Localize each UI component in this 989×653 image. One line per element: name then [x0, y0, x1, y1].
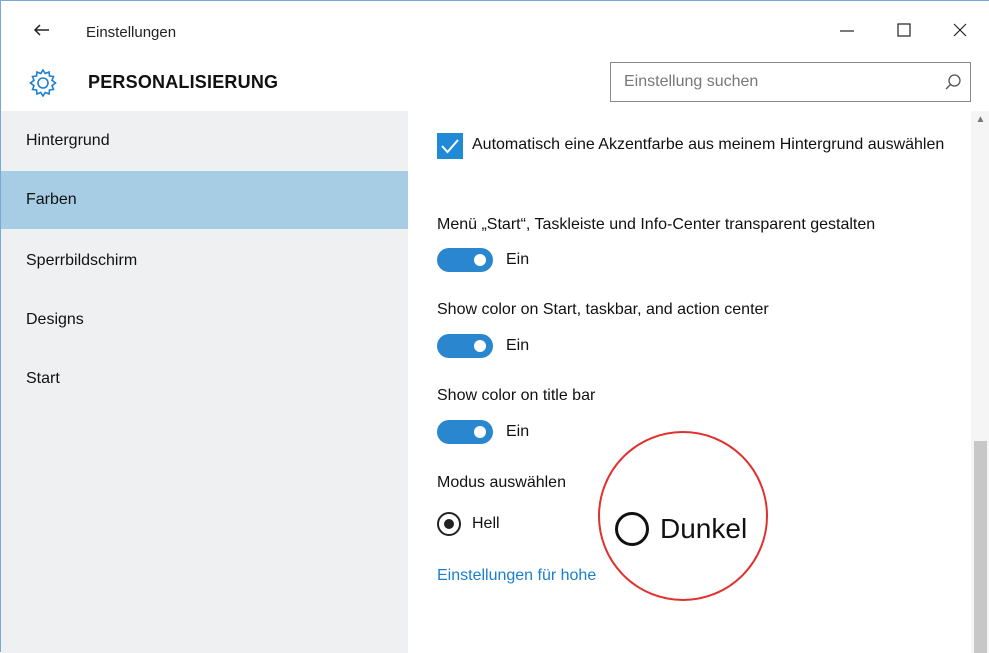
minimize-button[interactable]	[827, 15, 867, 45]
sidebar-item-start[interactable]: Start	[1, 350, 408, 408]
toggle-knob	[474, 426, 486, 438]
search-icon[interactable]	[944, 73, 962, 91]
highlight-circle: Dunkel	[598, 431, 768, 601]
auto-accent-label: Automatisch eine Akzentfarbe aus meinem …	[472, 136, 945, 153]
back-button[interactable]	[31, 19, 53, 41]
minimize-icon	[840, 30, 854, 32]
show-color-start-toggle[interactable]	[437, 334, 493, 358]
mode-dunkel-label: Dunkel	[660, 513, 748, 544]
maximize-icon	[897, 23, 911, 37]
auto-accent-checkbox[interactable]	[437, 133, 463, 159]
scroll-thumb[interactable]	[974, 441, 987, 653]
gear-icon	[29, 68, 57, 98]
mode-radio-hell[interactable]	[437, 512, 461, 536]
transparent-state: Ein	[506, 251, 530, 268]
sidebar-item-hintergrund[interactable]: Hintergrund	[1, 112, 408, 170]
title-bar: Einstellungen	[1, 1, 989, 61]
maximize-button[interactable]	[884, 15, 924, 45]
settings-window: Einstellungen PERSONALISIERUNG Einstellu…	[0, 0, 989, 653]
sidebar-item-farben[interactable]: Farben	[1, 171, 408, 229]
show-color-title-label: Show color on title bar	[437, 387, 596, 404]
mode-radio-dunkel[interactable]	[615, 512, 649, 546]
high-contrast-link[interactable]: Einstellungen für hohe	[437, 567, 596, 585]
radio-dot	[444, 519, 454, 529]
sidebar-item-designs[interactable]: Designs	[1, 291, 408, 349]
scrollbar[interactable]: ▲	[971, 111, 989, 653]
scroll-up-icon[interactable]: ▲	[971, 111, 989, 129]
arrow-left-icon	[33, 24, 49, 36]
search-input[interactable]: Einstellung suchen	[610, 62, 971, 102]
mode-hell-label: Hell	[472, 515, 500, 532]
transparent-toggle[interactable]	[437, 248, 493, 272]
checkmark-icon	[441, 139, 459, 154]
close-button[interactable]	[940, 15, 980, 45]
close-icon	[953, 23, 967, 37]
page-title: PERSONALISIERUNG	[88, 72, 279, 92]
toggle-knob	[474, 340, 486, 352]
toggle-knob	[474, 254, 486, 266]
show-color-title-toggle[interactable]	[437, 420, 493, 444]
mode-label: Modus auswählen	[437, 474, 566, 491]
transparent-label: Menü „Start“, Taskleiste und Info-Center…	[437, 216, 876, 233]
show-color-start-label: Show color on Start, taskbar, and action…	[437, 301, 769, 318]
search-placeholder: Einstellung suchen	[624, 73, 759, 90]
show-color-start-state: Ein	[506, 337, 530, 354]
window-title: Einstellungen	[86, 24, 177, 41]
sidebar: Hintergrund Farben Sperrbildschirm Desig…	[1, 111, 408, 653]
sidebar-item-sperrbildschirm[interactable]: Sperrbildschirm	[1, 232, 408, 290]
page-header: PERSONALISIERUNG Einstellung suchen	[1, 61, 989, 109]
show-color-title-state: Ein	[506, 423, 530, 440]
